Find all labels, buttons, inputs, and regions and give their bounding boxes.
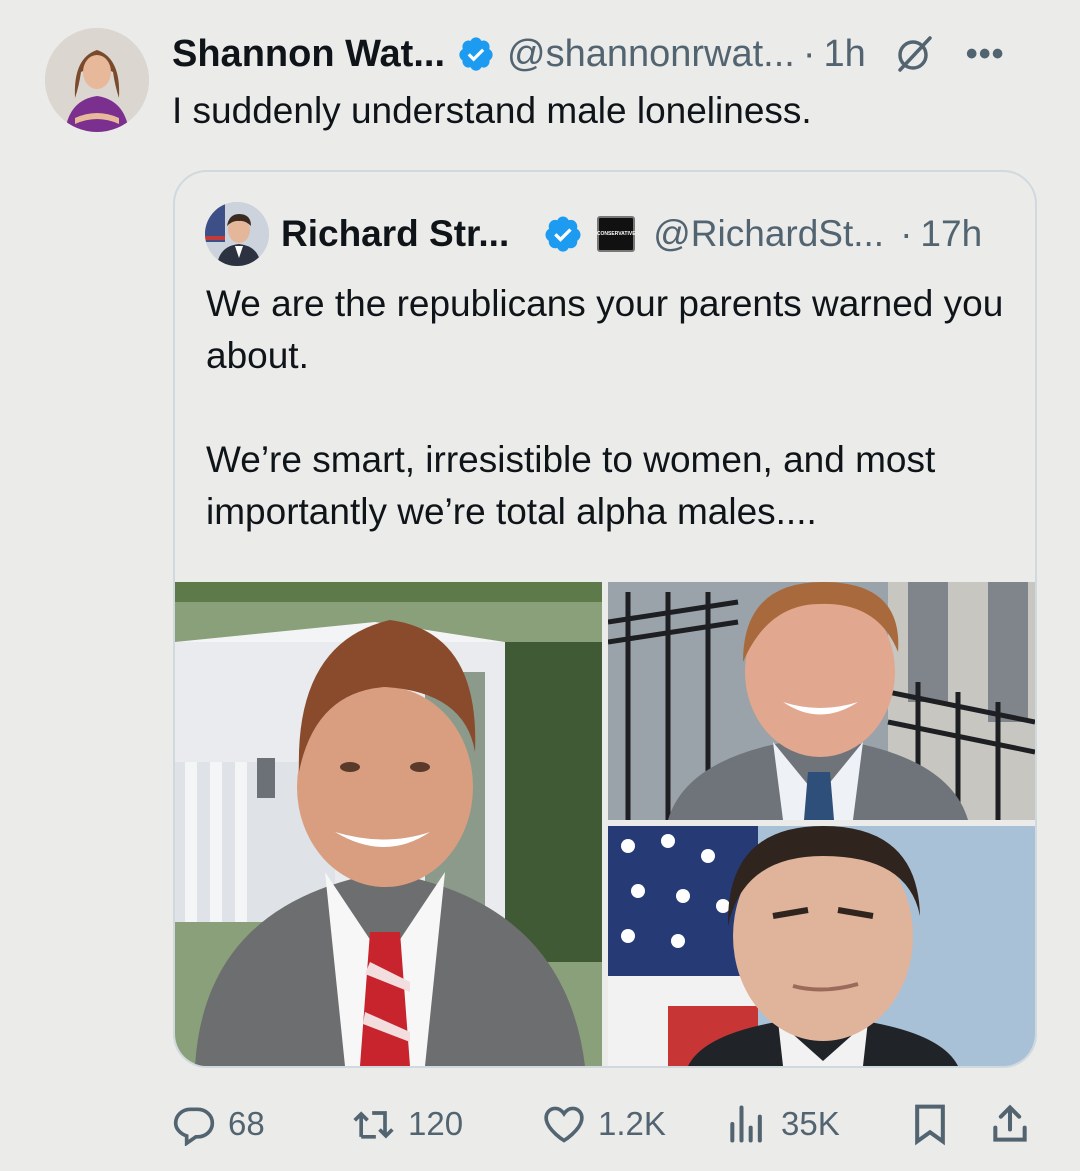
quoted-author-avatar[interactable] (205, 202, 269, 266)
author-avatar[interactable] (45, 28, 149, 132)
reply-button[interactable]: 68 (172, 1098, 265, 1150)
repost-button[interactable]: 120 (352, 1098, 463, 1150)
like-count: 1.2K (598, 1105, 666, 1142)
quoted-paragraph-2: We’re smart, irresistible to women, and … (206, 439, 936, 532)
quoted-verified-badge-icon (545, 216, 581, 252)
share-icon (993, 1104, 1027, 1142)
affiliation-badge: CONSERVATIVE (596, 216, 636, 252)
repost-count: 120 (408, 1105, 464, 1142)
quoted-paragraph-1: We are the republicans your parents warn… (206, 283, 1004, 376)
quoted-photo-2[interactable] (608, 582, 1035, 820)
action-bar: 68 120 1.2K 35K (172, 1098, 1038, 1150)
bookmark-button[interactable] (908, 1098, 952, 1150)
reply-icon (173, 1107, 215, 1146)
quoted-tweet-header: Richard Str... CONSERVATIVE @RichardSt..… (205, 202, 982, 266)
views-icon (730, 1105, 762, 1143)
quoted-photo-1[interactable] (175, 582, 602, 1066)
affiliation-badge-text: CONSERVATIVE (596, 231, 636, 237)
separator-dot: · (802, 32, 816, 75)
reply-count: 68 (228, 1105, 265, 1142)
bookmark-icon (915, 1104, 945, 1146)
quoted-media-grid (175, 582, 1035, 1066)
quoted-post-time[interactable]: 17h (920, 213, 982, 255)
quoted-separator-dot: · (900, 213, 913, 254)
author-handle[interactable]: @shannonrwat... (507, 33, 795, 76)
quoted-author-name[interactable]: Richard Str... (281, 213, 509, 255)
verified-badge-icon (459, 37, 493, 71)
share-button[interactable] (988, 1098, 1032, 1150)
grok-icon[interactable] (892, 32, 936, 76)
tweet-header: Shannon Wat... @shannonrwat... · 1h ••• (172, 26, 1052, 82)
post-text: I suddenly understand male loneliness. (172, 90, 812, 131)
quoted-photo-3[interactable] (608, 826, 1035, 1066)
more-icon[interactable]: ••• (966, 35, 1005, 74)
quoted-tweet[interactable]: Richard Str... CONSERVATIVE @RichardSt..… (173, 170, 1037, 1068)
quoted-post-text: We are the republicans your parents warn… (206, 278, 1016, 538)
repost-icon (353, 1111, 394, 1139)
views-count: 35K (781, 1105, 840, 1142)
quoted-author-handle[interactable]: @RichardSt... (653, 213, 884, 255)
author-name[interactable]: Shannon Wat... (172, 33, 445, 76)
views-button[interactable]: 35K (725, 1098, 840, 1150)
post-time[interactable]: 1h (824, 33, 866, 76)
like-icon (544, 1106, 584, 1143)
like-button[interactable]: 1.2K (542, 1098, 666, 1150)
